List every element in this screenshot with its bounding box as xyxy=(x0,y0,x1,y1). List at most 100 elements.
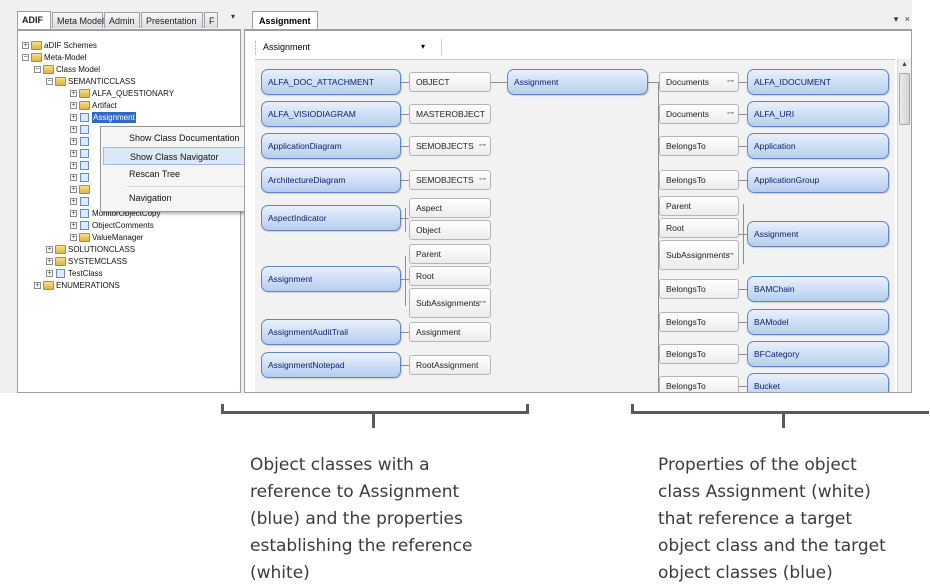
collapse-icon[interactable]: − xyxy=(46,78,53,85)
incoming-class-box[interactable]: AssignmentAuditTrail xyxy=(261,319,401,345)
tree-node-label: Class Model xyxy=(56,65,101,74)
target-class-box[interactable]: ALFA_URI xyxy=(747,101,889,127)
class-icon xyxy=(80,137,89,146)
property-box[interactable]: SEMOBJECTS ⊶ xyxy=(409,170,491,190)
tab-overflow-icon[interactable]: ▾ xyxy=(231,12,235,21)
connector-line xyxy=(405,256,406,306)
class-icon xyxy=(56,269,65,278)
property-box[interactable]: Assignment xyxy=(409,322,491,342)
connector-line xyxy=(401,365,409,366)
property-box[interactable]: BelongsTo xyxy=(659,376,739,392)
expand-icon[interactable]: + xyxy=(46,258,53,265)
collapse-icon[interactable]: − xyxy=(22,54,29,61)
incoming-class-box[interactable]: ALFA_VISIODIAGRAM xyxy=(261,101,401,127)
property-box[interactable]: BelongsTo xyxy=(659,279,739,299)
expand-icon[interactable]: + xyxy=(70,222,77,229)
expand-icon[interactable]: + xyxy=(70,210,77,217)
expand-icon[interactable]: + xyxy=(46,246,53,253)
tab-f[interactable]: F xyxy=(204,12,218,28)
incoming-class-box[interactable]: ALFA_DOC_ATTACHMENT xyxy=(261,69,401,95)
expand-icon[interactable]: + xyxy=(70,126,77,133)
scrollbar-thumb[interactable] xyxy=(899,73,910,125)
center-class-box[interactable]: Assignment xyxy=(507,69,648,95)
chevron-down-icon[interactable]: ▾ xyxy=(421,39,425,55)
property-box[interactable]: Aspect xyxy=(409,198,491,218)
annotation-line: class Assignment (white) xyxy=(658,482,871,502)
collapse-icon[interactable]: − xyxy=(34,66,41,73)
expand-icon[interactable]: + xyxy=(22,42,29,49)
property-box[interactable]: BelongsTo xyxy=(659,344,739,364)
property-box[interactable]: SEMOBJECTS ⊶ xyxy=(409,136,491,156)
tree-node-label: SEMANTICCLASS xyxy=(68,77,136,86)
property-box[interactable]: SubAssignments ⊶ xyxy=(409,288,491,318)
incoming-class-box[interactable]: AspectIndicator xyxy=(261,205,401,231)
incoming-class-box[interactable]: ApplicationDiagram xyxy=(261,133,401,159)
tree-node-label: Meta-Model xyxy=(44,53,87,62)
property-box[interactable]: Object xyxy=(409,220,491,240)
tab-meta-model[interactable]: Meta Model xyxy=(52,12,104,28)
expand-icon[interactable]: + xyxy=(34,282,41,289)
target-class-box[interactable]: BFCategory xyxy=(747,341,889,367)
property-box[interactable]: MASTEROBJECT xyxy=(409,104,491,124)
property-box[interactable]: SubAssignments ⊶ xyxy=(659,240,739,270)
expand-icon[interactable]: + xyxy=(70,162,77,169)
expand-icon[interactable]: + xyxy=(70,114,77,121)
property-box[interactable]: RootAssignment xyxy=(409,355,491,375)
property-box[interactable]: BelongsTo xyxy=(659,136,739,156)
connector-line xyxy=(401,82,409,83)
expand-icon[interactable]: + xyxy=(70,234,77,241)
tree-node-label: SOLUTIONCLASS xyxy=(68,245,136,254)
navigator-canvas[interactable]: ALFA_DOC_ATTACHMENT ALFA_VISIODIAGRAM Ap… xyxy=(255,59,895,392)
menu-item-label: Navigation xyxy=(129,193,172,203)
target-class-box[interactable]: ApplicationGroup xyxy=(747,167,889,193)
property-box[interactable]: Documents ⊶ xyxy=(659,72,739,92)
incoming-class-box[interactable]: Assignment xyxy=(261,266,401,292)
expand-icon[interactable]: + xyxy=(70,90,77,97)
target-class-box[interactable]: ALFA_IDOCUMENT xyxy=(747,69,889,95)
tab-assignment[interactable]: Assignment xyxy=(252,11,318,29)
connector-line xyxy=(648,82,658,83)
vertical-scrollbar[interactable]: ▲ xyxy=(897,59,911,392)
annotation-line: Properties of the object xyxy=(658,455,857,475)
expand-icon[interactable]: + xyxy=(70,150,77,157)
annotation-line: (blue) and the properties xyxy=(250,509,463,529)
property-box[interactable]: Root xyxy=(409,266,491,286)
scroll-up-icon[interactable]: ▲ xyxy=(898,59,911,71)
property-box[interactable]: BelongsTo xyxy=(659,312,739,332)
property-box[interactable]: BelongsTo xyxy=(659,170,739,190)
property-box[interactable]: Parent xyxy=(659,196,739,216)
expand-icon[interactable]: + xyxy=(70,174,77,181)
connector-line xyxy=(401,180,409,181)
property-box[interactable]: Root xyxy=(659,218,739,238)
target-class-box[interactable]: Assignment xyxy=(747,221,889,247)
folder-icon xyxy=(79,89,90,98)
folder-icon xyxy=(79,101,90,110)
property-box[interactable]: Parent xyxy=(409,244,491,264)
tree-node-label: Artifact xyxy=(92,101,117,110)
target-class-box[interactable]: Application xyxy=(747,133,889,159)
property-label: SEMOBJECTS xyxy=(416,141,474,151)
connector-line xyxy=(739,386,747,387)
expand-icon[interactable]: + xyxy=(70,186,77,193)
tab-adif[interactable]: ADIF xyxy=(17,11,51,29)
expand-icon[interactable]: + xyxy=(70,198,77,205)
left-bracket xyxy=(221,404,529,414)
target-class-box[interactable]: BAModel xyxy=(747,309,889,335)
tab-admin[interactable]: Admin xyxy=(104,12,140,28)
folder-icon xyxy=(55,257,66,266)
tab-presentation[interactable]: Presentation xyxy=(141,12,203,28)
incoming-class-box[interactable]: ArchitectureDiagram xyxy=(261,167,401,193)
target-class-box[interactable]: Bucket xyxy=(747,373,889,392)
incoming-class-box[interactable]: AssignmentNotepad xyxy=(261,352,401,378)
pane-controls[interactable]: ▾ × xyxy=(894,14,912,25)
document-tab-strip: Assignment ▾ × xyxy=(244,11,912,30)
expand-icon[interactable]: + xyxy=(46,270,53,277)
annotation-line: Object classes with a xyxy=(250,455,430,475)
target-class-box[interactable]: BAMChain xyxy=(747,276,889,302)
expand-icon[interactable]: + xyxy=(70,138,77,145)
class-select[interactable]: Assignment xyxy=(257,39,442,55)
property-box[interactable]: OBJECT xyxy=(409,72,491,92)
expand-icon[interactable]: + xyxy=(70,102,77,109)
class-navigator-pane: Assignment ▾ ALFA_DOC_ATTACHMENT ALFA_VI… xyxy=(244,30,912,393)
property-box[interactable]: Documents ⊶ xyxy=(659,104,739,124)
